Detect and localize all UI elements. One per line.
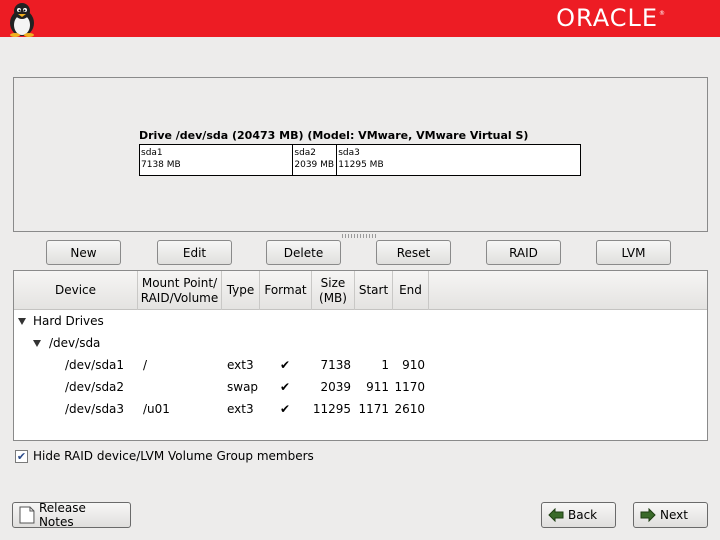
release-notes-label: Release Notes [38, 501, 86, 529]
format-cell: ✔ [280, 358, 291, 372]
partition-segment[interactable]: sda3 11295 MB [337, 145, 580, 175]
expander-down-icon[interactable] [18, 318, 26, 325]
tree-row-hard-drives[interactable]: Hard Drives [14, 311, 707, 333]
reset-label: Reset [396, 245, 431, 260]
header-bar: ORACLE ® [0, 0, 720, 37]
table-row[interactable]: /dev/sda1 / ext3 ✔ 7138 1 910 [14, 355, 707, 377]
size-cell: 7138 [320, 358, 351, 372]
edit-button[interactable]: Edit [157, 240, 232, 265]
size-cell: 11295 [312, 402, 351, 416]
arrow-left-icon [548, 508, 564, 522]
lvm-button[interactable]: LVM [596, 240, 671, 265]
type-cell: ext3 [227, 358, 254, 372]
tux-penguin-icon [10, 3, 34, 37]
oracle-logo: ORACLE [556, 4, 658, 32]
hide-raid-checkbox[interactable]: ✔ [15, 450, 28, 463]
pane-resize-handle[interactable] [342, 234, 378, 238]
column-header-end[interactable]: End [393, 271, 429, 310]
mount-cell: / [143, 358, 148, 372]
reset-button[interactable]: Reset [376, 240, 451, 265]
size-cell: 2039 [320, 380, 351, 394]
format-cell: ✔ [280, 380, 291, 394]
column-header-device[interactable]: Device [14, 271, 138, 310]
device-cell: /dev/sda1 [65, 358, 125, 372]
column-header-format[interactable]: Format [260, 271, 312, 310]
device-cell: /dev/sda3 [65, 402, 125, 416]
mount-cell: /u01 [143, 402, 170, 416]
column-header-start[interactable]: Start [355, 271, 393, 310]
partition-segment[interactable]: sda2 2039 MB [293, 145, 338, 175]
device-cell: /dev/sda2 [65, 380, 125, 394]
column-header-mount[interactable]: Mount Point/RAID/Volume [138, 271, 222, 310]
new-label: New [70, 245, 97, 260]
back-button[interactable]: Back [541, 502, 616, 528]
checkmark-icon: ✔ [16, 450, 27, 463]
partition-size: 2039 MB [294, 160, 335, 170]
type-cell: ext3 [227, 402, 254, 416]
column-header-type[interactable]: Type [222, 271, 260, 310]
delete-button[interactable]: Delete [266, 240, 341, 265]
raid-button[interactable]: RAID [486, 240, 561, 265]
raid-label: RAID [509, 245, 538, 260]
end-cell: 1170 [394, 380, 425, 394]
end-cell: 2610 [394, 402, 425, 416]
partition-table[interactable]: Device Mount Point/RAID/Volume Type Form… [13, 270, 708, 441]
table-row[interactable]: /dev/sda3/u01 ext3 ✔ 11295 1171 2610 [14, 399, 707, 421]
registered-mark: ® [659, 10, 665, 17]
start-cell: 911 [366, 380, 389, 394]
table-header: Device Mount Point/RAID/Volume Type Form… [14, 271, 707, 310]
next-button[interactable]: Next [633, 502, 708, 528]
edit-label: Edit [182, 245, 207, 260]
type-cell: swap [227, 380, 259, 394]
disk-label: /dev/sda [49, 336, 101, 350]
table-row[interactable]: /dev/sda2 swap ✔ 2039 911 1170 [14, 377, 707, 399]
back-label: Back [568, 508, 598, 522]
hide-raid-label: Hide RAID device/LVM Volume Group member… [33, 449, 314, 463]
next-label: Next [660, 508, 688, 522]
partition-name: sda1 [141, 148, 163, 158]
partition-size: 11295 MB [338, 160, 384, 170]
format-cell: ✔ [280, 402, 291, 416]
drive-partition-bar: sda1 7138 MB sda2 2039 MB sda3 11295 MB [139, 144, 581, 176]
partition-size: 7138 MB [141, 160, 181, 170]
arrow-right-icon [640, 508, 656, 522]
start-cell: 1 [381, 358, 389, 372]
release-notes-button[interactable]: Release Notes [12, 501, 131, 529]
partition-name: sda2 [294, 148, 317, 158]
end-cell: 910 [402, 358, 425, 372]
delete-label: Delete [283, 245, 324, 260]
expander-down-icon[interactable] [33, 340, 41, 347]
partition-segment[interactable]: sda1 7138 MB [140, 145, 294, 175]
new-button[interactable]: New [46, 240, 121, 265]
lvm-label: LVM [621, 245, 646, 260]
partition-name: sda3 [338, 148, 360, 158]
drive-title: Drive /dev/sda (20473 MB) (Model: VMware… [139, 129, 529, 142]
column-header-size[interactable]: Size (MB) [312, 271, 355, 310]
start-cell: 1171 [358, 402, 389, 416]
tree-row-disk[interactable]: /dev/sda [14, 333, 707, 355]
group-label: Hard Drives [33, 314, 104, 328]
document-icon [19, 506, 35, 524]
